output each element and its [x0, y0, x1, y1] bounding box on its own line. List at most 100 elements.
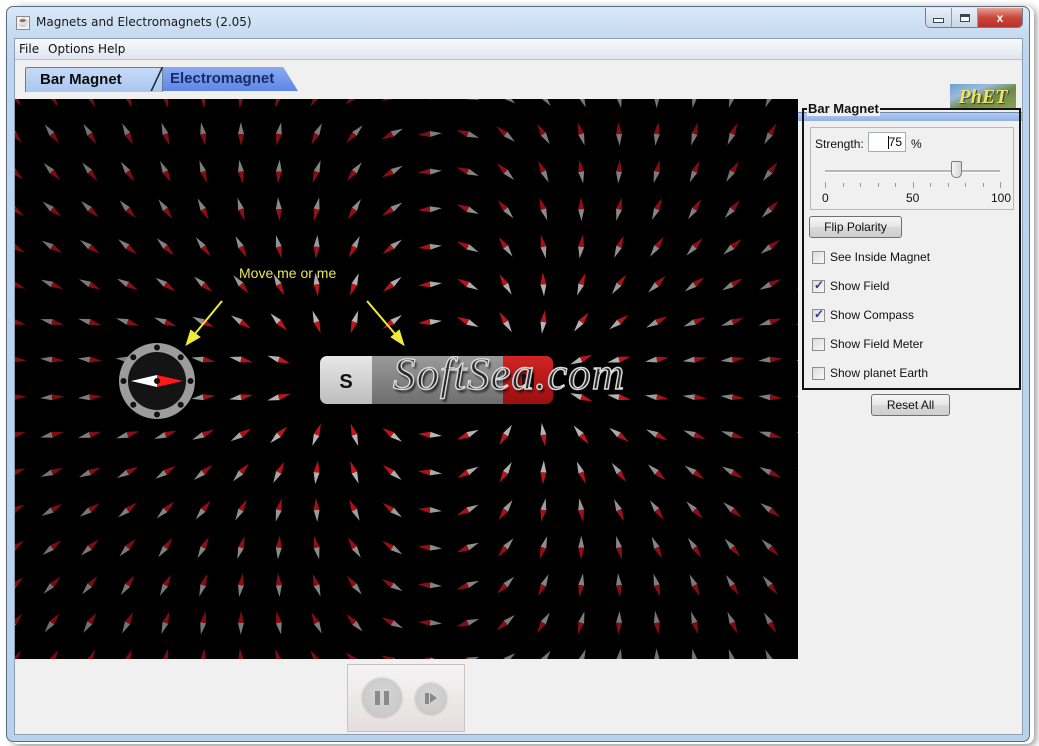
title-bar[interactable]: ☕ Magnets and Electromagnets (2.05) x — [7, 7, 1029, 39]
field-needle — [796, 431, 798, 438]
checkbox-box[interactable]: ✓ — [812, 278, 825, 293]
needle-north — [457, 278, 470, 288]
field-needle — [158, 199, 173, 219]
slider-tick — [842, 183, 844, 187]
bar-magnet[interactable]: S N — [320, 356, 553, 404]
field-needle — [644, 356, 669, 363]
needle-north — [540, 310, 547, 323]
field-needle — [644, 394, 669, 401]
tab-electromagnet[interactable]: Electromagnet — [150, 67, 298, 91]
needle-north — [769, 431, 782, 439]
compass[interactable] — [119, 343, 195, 419]
slider-tick — [877, 183, 879, 187]
field-needle — [723, 238, 742, 255]
checkbox-box[interactable] — [812, 367, 825, 380]
menu-file[interactable]: File — [19, 42, 39, 56]
field-needle — [457, 241, 479, 253]
needle-south — [267, 355, 280, 363]
maximize-button[interactable] — [952, 8, 978, 27]
field-needle — [200, 122, 207, 146]
minimize-button[interactable] — [926, 8, 952, 27]
checkbox-box[interactable] — [812, 338, 825, 351]
pause-button[interactable] — [362, 678, 402, 718]
needle-north — [381, 617, 394, 626]
flip-polarity-button[interactable]: Flip Polarity — [809, 216, 902, 238]
needle-north — [51, 356, 64, 363]
needle-north — [577, 621, 585, 635]
field-needle — [229, 356, 253, 363]
field-needle — [728, 99, 736, 108]
needle-south — [238, 159, 244, 173]
field-needle — [686, 501, 703, 519]
field-needle — [498, 500, 513, 520]
needle-north — [202, 356, 216, 363]
field-needle — [684, 277, 705, 292]
needle-south — [616, 171, 622, 184]
field-needle — [15, 202, 24, 217]
strength-input[interactable]: 75 — [868, 132, 906, 152]
needle-south — [351, 273, 359, 286]
needle-south — [683, 319, 696, 327]
needle-north — [312, 170, 320, 183]
tab-bar-magnet[interactable]: Bar Magnet — [25, 67, 163, 92]
needle-north — [540, 272, 547, 285]
needle-north — [51, 319, 64, 325]
needle-south — [312, 310, 320, 323]
needle-north — [49, 99, 59, 107]
needle-south — [351, 433, 359, 447]
field-needle — [797, 281, 798, 290]
tab-label: Bar Magnet — [40, 71, 122, 88]
needle-north — [15, 99, 22, 107]
menu-options[interactable]: Options — [48, 42, 94, 56]
needle-south — [154, 317, 167, 325]
menu-help[interactable]: Help — [98, 42, 125, 56]
step-button[interactable] — [415, 683, 447, 715]
field-needle — [238, 99, 244, 109]
needle-south — [540, 460, 547, 473]
field-needle — [688, 199, 702, 220]
checkbox-box[interactable]: ✓ — [812, 307, 825, 322]
field-needle — [15, 99, 22, 107]
needle-south — [429, 168, 442, 175]
java-icon[interactable]: ☕ — [16, 16, 30, 30]
reset-all-button[interactable]: Reset All — [871, 394, 950, 416]
needle-north — [694, 394, 707, 401]
simulation-canvas[interactable]: S N Move me or me SoftSea.com — [15, 99, 798, 659]
strength-slider-track[interactable] — [825, 170, 1000, 173]
field-needle — [537, 123, 550, 145]
field-needle — [578, 498, 585, 522]
needle-south — [116, 318, 129, 325]
field-needle — [797, 538, 798, 558]
field-needle — [418, 544, 442, 551]
field-needle — [683, 430, 706, 440]
needle-south — [275, 197, 282, 210]
field-needle — [540, 460, 547, 485]
field-needle — [119, 538, 136, 557]
close-button[interactable]: x — [978, 8, 1022, 27]
field-needle — [577, 273, 586, 296]
needle-north — [275, 611, 282, 624]
field-needle — [40, 356, 64, 363]
needle-south — [275, 622, 282, 635]
field-needle — [238, 122, 244, 146]
field-needle — [682, 356, 707, 363]
field-needle — [381, 579, 403, 592]
needle-north — [201, 429, 215, 438]
field-needle — [81, 201, 99, 218]
needle-north — [540, 235, 547, 248]
field-needle — [759, 467, 782, 478]
strength-slider-thumb[interactable] — [951, 161, 963, 178]
checkbox-box[interactable] — [812, 251, 825, 264]
needle-north — [238, 171, 244, 184]
field-needle — [722, 278, 743, 291]
compass-hole — [154, 344, 160, 351]
needle-south — [192, 432, 205, 440]
field-needle — [40, 431, 64, 438]
field-needle — [195, 237, 211, 257]
phet-logo[interactable]: PhET — [950, 84, 1016, 110]
field-needle — [158, 537, 173, 558]
step-icon — [425, 693, 429, 704]
needle-north — [313, 423, 321, 436]
needle-south — [653, 610, 660, 624]
needle-north — [616, 197, 622, 210]
